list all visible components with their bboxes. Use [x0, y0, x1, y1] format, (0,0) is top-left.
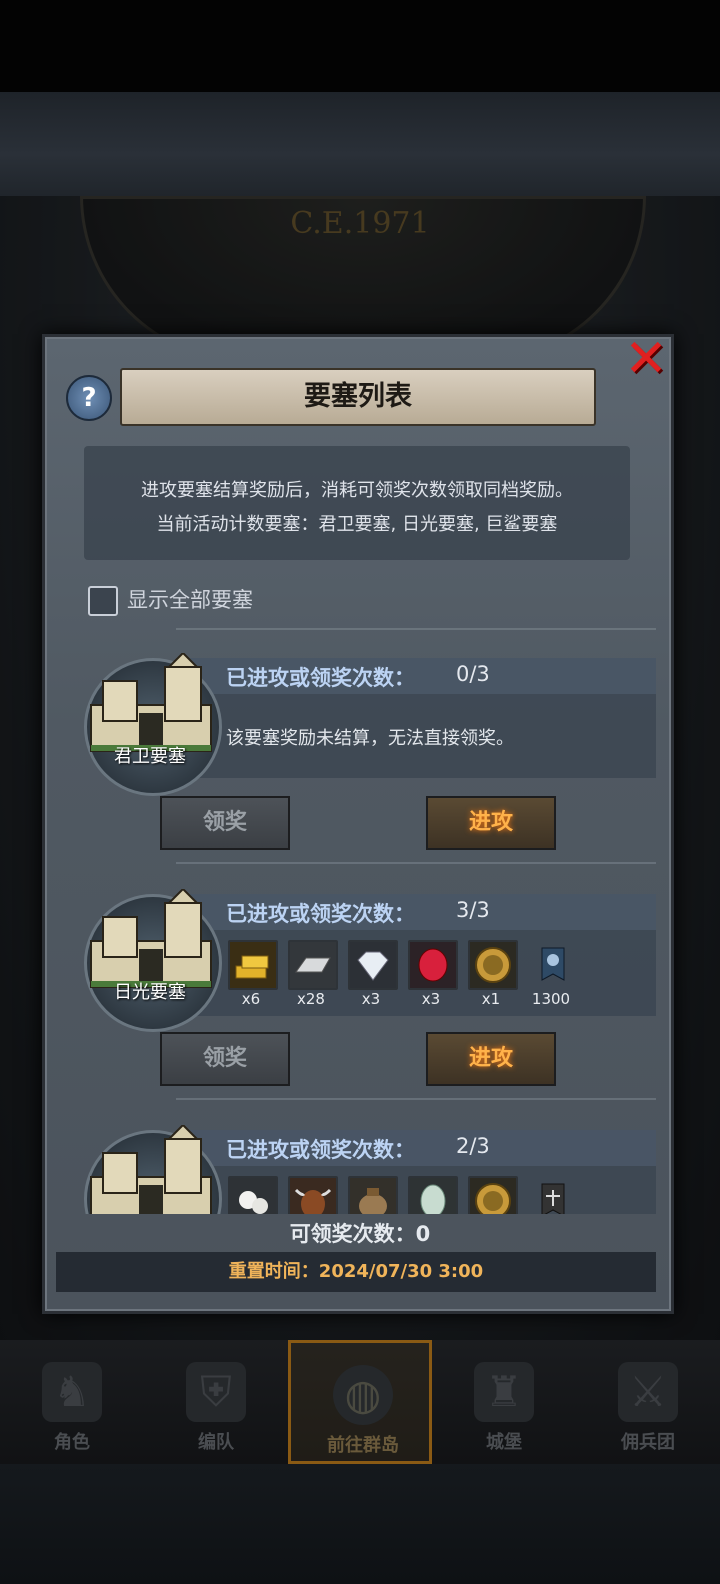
reward-qty: x28	[297, 990, 325, 1008]
reward-qty: x3	[421, 990, 441, 1008]
ruby-icon[interactable]	[408, 940, 458, 990]
bottom-band	[0, 1464, 720, 1584]
fort-badge	[84, 1125, 222, 1214]
pearl-icon[interactable]	[228, 1176, 278, 1214]
header-band	[0, 92, 720, 196]
fort-badge	[84, 889, 222, 1032]
reward-qty: x3	[361, 990, 381, 1008]
castle-icon	[90, 1125, 212, 1214]
help-button[interactable]: ?	[66, 375, 112, 421]
attack-button[interactable]: 进攻	[426, 1032, 556, 1086]
jade-icon[interactable]	[408, 1176, 458, 1214]
nav-item-castle[interactable]: ♜ 城堡	[432, 1340, 576, 1464]
close-button[interactable]: ✕	[622, 333, 670, 385]
nav-label: 编队	[198, 1432, 234, 1453]
reset-time: 重置时间：2024/07/30 3:00	[56, 1252, 656, 1292]
unsettled-message: 该要塞奖励未结算，无法直接领奖。	[226, 728, 514, 749]
description-line-2: 当前活动计数要塞：君卫要塞, 日光要塞, 巨鲨要塞	[156, 514, 558, 535]
status-bar	[0, 0, 720, 92]
divider	[176, 628, 656, 630]
nav-item-mercenary[interactable]: ⚔ 佣兵团	[576, 1340, 720, 1464]
knight-medal-icon[interactable]	[468, 940, 518, 990]
iron-bar-icon[interactable]	[288, 940, 338, 990]
nav-label: 角色	[54, 1432, 90, 1453]
description-line-1: 进攻要塞结算奖励后，消耗可领奖次数领取同档奖励。	[141, 480, 573, 501]
nav-label: 城堡	[486, 1432, 522, 1453]
mercenary-icon: ⚔	[618, 1362, 678, 1422]
claim-button[interactable]: 领奖	[160, 1032, 290, 1086]
diamond-icon[interactable]	[348, 940, 398, 990]
nav-item-islands[interactable]: ◍ 前往群岛	[288, 1340, 432, 1464]
reward-qty: 1300	[531, 990, 571, 1008]
fort-name: 君卫要塞	[114, 746, 186, 767]
reward-qty: x6	[241, 990, 261, 1008]
show-all-checkbox[interactable]	[88, 586, 118, 616]
ox-icon[interactable]	[288, 1176, 338, 1214]
armor-icon: ⛨	[186, 1362, 246, 1422]
fortress-list[interactable]: 君卫要塞 已进攻或领奖次数： 0/3 该要塞奖励未结算，无法直接领奖。 领奖 进…	[56, 628, 656, 1214]
divider	[176, 862, 656, 864]
knight-helmet-icon: ♞	[42, 1362, 102, 1422]
question-icon: ?	[81, 383, 97, 413]
close-icon: ✕	[624, 329, 668, 389]
nav-item-role[interactable]: ♞ 角色	[0, 1340, 144, 1464]
attempts-count: 2/3	[456, 1134, 490, 1158]
fort-name: 日光要塞	[114, 982, 186, 1003]
nav-label: 佣兵团	[621, 1432, 675, 1453]
attempts-count: 0/3	[456, 662, 490, 686]
attempts-label: 已进攻或领奖次数：	[226, 1138, 415, 1162]
claim-button[interactable]: 领奖	[160, 796, 290, 850]
attempts-count: 3/3	[456, 898, 490, 922]
claims-remaining: 可领奖次数：0	[289, 1222, 431, 1246]
divider	[176, 1098, 656, 1100]
fort-badge	[84, 653, 222, 796]
nav-label: 前往群岛	[327, 1435, 399, 1456]
nav-item-formation[interactable]: ⛨ 编队	[144, 1340, 288, 1464]
attempts-label: 已进攻或领奖次数：	[226, 666, 415, 690]
reward-qty: x1	[481, 990, 501, 1008]
knight-medal-icon[interactable]	[468, 1176, 518, 1214]
info-box	[84, 446, 630, 560]
castle-icon: ♜	[474, 1362, 534, 1422]
show-all-label[interactable]: 显示全部要塞	[127, 586, 253, 614]
modal-title: 要塞列表	[120, 368, 596, 426]
sack-icon[interactable]	[348, 1176, 398, 1214]
globe-icon: ◍	[333, 1365, 393, 1425]
attack-button[interactable]: 进攻	[426, 796, 556, 850]
gold-bars-icon[interactable]	[228, 940, 278, 990]
scales-emblem-icon[interactable]	[528, 1176, 578, 1214]
attempts-label: 已进攻或领奖次数：	[226, 902, 415, 926]
banner-emblem-icon[interactable]	[528, 940, 578, 990]
